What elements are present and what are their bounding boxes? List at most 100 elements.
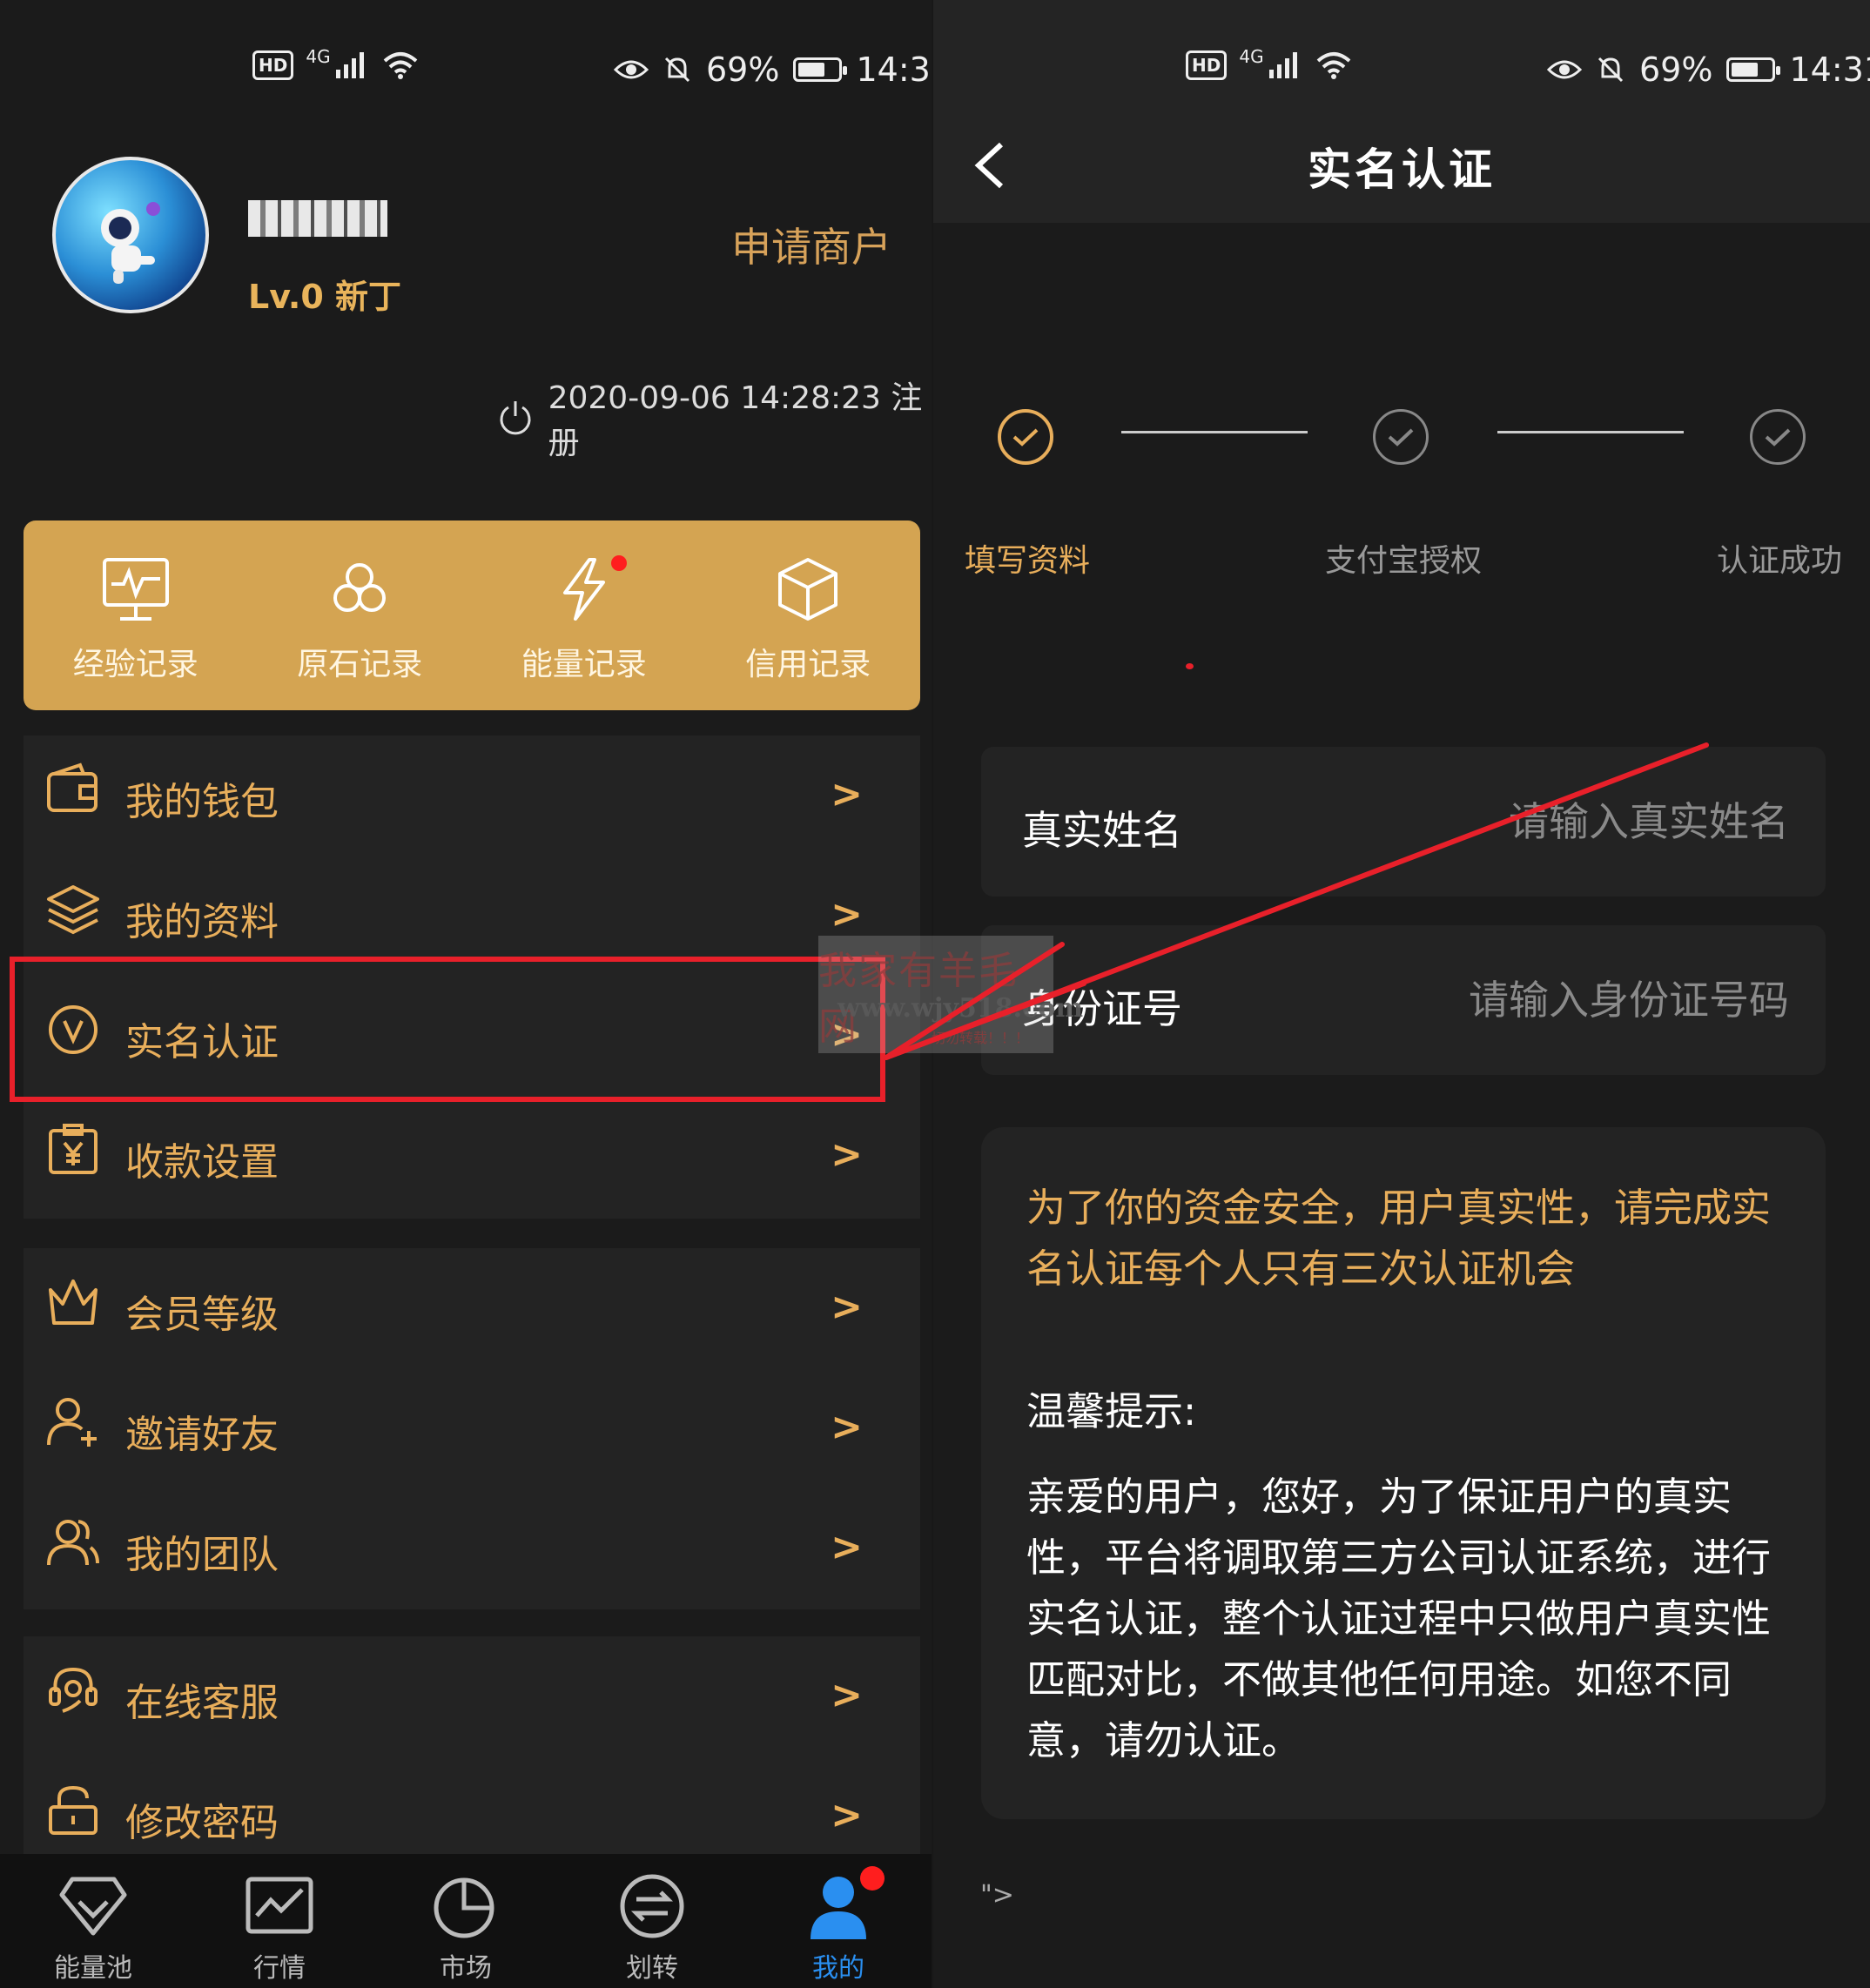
step-label-alipay-auth: 支付宝授权 (1325, 543, 1483, 579)
transfer-icon (620, 1874, 684, 1938)
title-bar: HD 4G 69% 14:31 实名认证 (933, 0, 1870, 223)
battery-icon (1726, 57, 1781, 82)
record-experience[interactable]: 经验记录 (24, 521, 248, 710)
menu-label: 我的钱包 (125, 780, 279, 824)
left-screen: HD 4G 69% 14:31 Lv.0 新丁 申请商户 2020-09-06 … (0, 0, 932, 1988)
chevron-right-icon: > (831, 1285, 863, 1329)
chevron-right-icon: > (831, 772, 863, 816)
tab-energy-pool[interactable]: 能量池 (0, 1854, 186, 1988)
id-number-field: 身份证号 (981, 925, 1826, 1075)
hd-icon: HD (252, 50, 294, 80)
step-label-fill-info: 填写资料 (965, 543, 1091, 579)
real-name-input[interactable] (1300, 797, 1791, 846)
record-credit[interactable]: 信用记录 (696, 521, 921, 710)
tab-label: 我的 (812, 1953, 864, 1984)
menu-item-payment-settings[interactable]: 收款设置 > (24, 1096, 920, 1216)
mute-bell-icon (1598, 57, 1624, 83)
cube-icon (778, 558, 838, 621)
step-3-check-icon (1750, 409, 1806, 465)
chevron-right-icon: > (831, 1793, 863, 1837)
real-name-field: 真实姓名 (981, 747, 1826, 897)
records-panel: 经验记录 原石记录 能量记录 信用记录 (24, 521, 920, 710)
tab-mine[interactable]: 我的 (745, 1854, 932, 1988)
notification-dot (611, 555, 627, 571)
tab-label: 能量池 (54, 1953, 132, 1984)
menu-label: 邀请好友 (125, 1413, 279, 1457)
record-label: 原石记录 (297, 647, 423, 682)
lock-icon (49, 1785, 98, 1835)
clock: 14:31 (1789, 50, 1870, 89)
chevron-right-icon: > (831, 892, 863, 937)
username-redacted (248, 200, 387, 237)
wifi-icon (383, 52, 417, 79)
clock: 14:31 (856, 50, 932, 89)
tip-body: 亲爱的用户，您好，为了保证用户的真实性，平台将调取第三方公司认证系统，进行实名认… (1026, 1474, 1772, 1763)
support-icon (49, 1667, 98, 1713)
user-level: Lv.0 新丁 (248, 278, 401, 316)
step-connector (1121, 431, 1308, 433)
security-warning: 为了你的资金安全，用户真实性，请完成实名认证每个人只有三次认证机会 (1026, 1185, 1772, 1292)
step-1-check-icon (998, 409, 1053, 465)
crown-icon (49, 1279, 98, 1325)
tab-transfer[interactable]: 划转 (559, 1854, 745, 1988)
avatar[interactable] (52, 157, 209, 313)
step-label-success: 认证成功 (1717, 543, 1843, 579)
status-bar: HD 4G 69% 14:31 (933, 35, 1870, 104)
menu-label: 收款设置 (125, 1140, 279, 1185)
wallet-icon (47, 762, 98, 812)
receipt-icon (49, 1124, 98, 1174)
chevron-right-icon: > (831, 1525, 863, 1569)
pie-icon (434, 1877, 494, 1938)
notice-card: 为了你的资金安全，用户真实性，请完成实名认证每个人只有三次认证机会 温馨提示: … (981, 1127, 1826, 1819)
menu-label: 我的团队 (125, 1533, 279, 1577)
power-icon (500, 401, 531, 435)
record-energy[interactable]: 能量记录 (472, 521, 696, 710)
menu-label: 在线客服 (125, 1681, 279, 1725)
step-2-check-icon (1373, 409, 1429, 465)
menu-item-wallet[interactable]: 我的钱包 > (24, 735, 920, 856)
record-stone[interactable]: 原石记录 (248, 521, 473, 710)
monitor-chart-icon (102, 558, 169, 621)
record-label: 经验记录 (72, 647, 198, 682)
status-bar: HD 4G 69% 14:31 (0, 35, 932, 104)
menu-group-social: 会员等级 > 邀请好友 > 我的团队 > (24, 1248, 920, 1609)
watermark-url: www.wjy518.com (837, 993, 1084, 1024)
menu-item-invite[interactable]: 邀请好友 > (24, 1368, 920, 1488)
watermark-note: 切勿转载！！！ (932, 1030, 1030, 1046)
page-title: 实名认证 (1308, 144, 1496, 195)
menu-item-team[interactable]: 我的团队 > (24, 1488, 920, 1609)
lightning-icon (562, 558, 605, 621)
layers-icon (47, 885, 99, 935)
chevron-right-icon: > (831, 1673, 863, 1717)
notification-dot (860, 1866, 885, 1891)
tab-label: 划转 (626, 1953, 678, 1984)
menu-item-customer-service[interactable]: 在线客服 > (24, 1636, 920, 1756)
tab-market[interactable]: 市场 (373, 1854, 559, 1988)
step-connector (1497, 431, 1684, 433)
record-label: 信用记录 (745, 647, 871, 682)
bottom-tab-bar: 能量池 行情 市场 划转 我的 (0, 1854, 932, 1988)
battery-icon (793, 57, 848, 82)
register-time-text: 2020-09-06 14:28:23 注册 (548, 380, 923, 461)
red-dot-mark (1186, 663, 1194, 669)
signal-text: 4G (1239, 46, 1264, 67)
signal-icon (335, 52, 364, 78)
chevron-right-icon: > (831, 1405, 863, 1449)
menu-label: 我的资料 (125, 900, 279, 944)
add-user-icon (47, 1398, 97, 1447)
eye-icon (1547, 60, 1582, 79)
menu-label: 会员等级 (125, 1293, 279, 1337)
tab-market-quotes[interactable]: 行情 (186, 1854, 373, 1988)
real-name-label: 真实姓名 (1022, 807, 1182, 854)
eye-icon (614, 60, 649, 79)
menu-group-support: 在线客服 > 修改密码 > (24, 1636, 920, 1863)
id-number-input[interactable] (1300, 976, 1791, 1024)
hd-icon: HD (1186, 50, 1228, 80)
record-label: 能量记录 (521, 647, 647, 682)
watermark: 我家有羊毛网 www.wjy518.com 切勿转载！！！ (818, 936, 1083, 1053)
diamond-icon (59, 1877, 127, 1936)
chevron-right-icon: > (831, 1132, 863, 1177)
menu-item-member-level[interactable]: 会员等级 > (24, 1248, 920, 1368)
battery-percent: 69% (706, 50, 780, 89)
apply-merchant-button[interactable]: 申请商户 (731, 216, 891, 273)
